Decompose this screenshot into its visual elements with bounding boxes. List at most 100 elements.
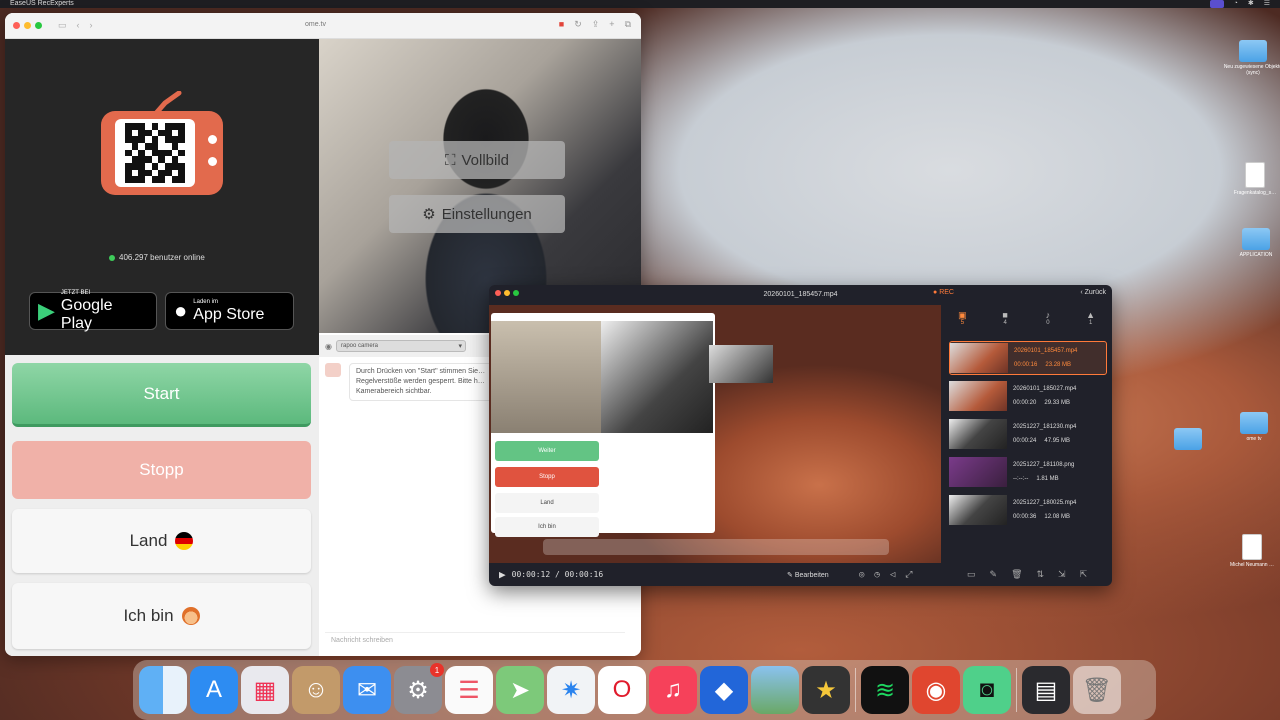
- zoom-window-button[interactable]: [35, 22, 42, 29]
- sidebar-toggle-icon[interactable]: ▭: [58, 20, 67, 31]
- settings-button[interactable]: ⚙ Einstellungen: [389, 195, 565, 233]
- recording-item[interactable]: 20251227_180025.mp4 00:00:36 12.08 MB: [949, 493, 1107, 527]
- online-users: 406.297 benutzer online: [109, 253, 205, 262]
- roblox-icon[interactable]: ◆: [700, 666, 748, 714]
- wifi-icon[interactable]: ◔: [1234, 0, 1238, 8]
- camera-select[interactable]: rapoo camera: [335, 340, 466, 352]
- address-bar[interactable]: ome.tv: [305, 21, 326, 28]
- tab-video[interactable]: ■ 4: [984, 303, 1027, 333]
- share-icon[interactable]: ⇪: [592, 19, 600, 30]
- tab-overview-icon[interactable]: ⧉: [625, 19, 631, 30]
- control-center-icon[interactable]: ☰: [1264, 0, 1270, 8]
- close-window-button[interactable]: [13, 22, 20, 29]
- desktop-doc-fragenkatalog[interactable]: Fragenkatalog_s…: [1225, 162, 1280, 196]
- opera-icon[interactable]: O: [598, 666, 646, 714]
- online-count: 406.297 benutzer online: [119, 253, 205, 262]
- edit-button[interactable]: ✎ Bearbeiten: [787, 571, 829, 579]
- system-settings-icon[interactable]: ⚙ 1: [394, 663, 444, 714]
- tab-image[interactable]: ▲ 1: [1069, 303, 1112, 333]
- safari-icon[interactable]: ✷: [547, 666, 595, 714]
- chat-input[interactable]: Nachricht schreiben: [325, 632, 625, 648]
- tv-knob: [208, 157, 217, 166]
- preview-icon[interactable]: [751, 666, 799, 714]
- stop-label: Stopp: [139, 460, 184, 479]
- german-flag-icon: [175, 532, 194, 550]
- import-icon[interactable]: ⇲: [1058, 569, 1066, 580]
- bluetooth-icon[interactable]: ✱: [1248, 0, 1254, 8]
- recording-name: 20260101_185457.mp4: [1014, 348, 1078, 354]
- forward-icon[interactable]: ›: [90, 20, 93, 31]
- recorder-window: 20260101_185457.mp4 ● REC ‹ Zurück Weite…: [489, 285, 1112, 586]
- whatsapp-icon[interactable]: ◙: [963, 666, 1011, 714]
- tab-all[interactable]: ▣ 5: [941, 303, 984, 333]
- camera-in-use-icon[interactable]: ■: [559, 19, 564, 30]
- desktop-folder-application[interactable]: APPLICATION: [1226, 228, 1280, 258]
- imovie-icon[interactable]: ★: [802, 666, 850, 714]
- launchpad-icon[interactable]: ▦: [241, 666, 289, 714]
- recording-item[interactable]: 20260101_185027.mp4 00:00:20 29.33 MB: [949, 379, 1107, 413]
- delete-icon[interactable]: 🗑: [1011, 569, 1022, 580]
- gender-label: Ich bin: [123, 606, 174, 625]
- start-button[interactable]: Start: [12, 363, 311, 427]
- mail-icon[interactable]: ✉: [343, 666, 391, 714]
- dock-separator: [855, 668, 856, 712]
- reminders-icon[interactable]: ☰: [445, 666, 493, 714]
- rec-label: REC: [939, 289, 954, 296]
- new-tab-icon[interactable]: +: [609, 19, 614, 30]
- desktop-folder-unnamed[interactable]: [1158, 428, 1218, 452]
- trash-icon[interactable]: 🗑: [1073, 666, 1121, 714]
- speed-icon[interactable]: ◷: [874, 570, 879, 580]
- recexperts-icon[interactable]: ◉: [912, 666, 960, 714]
- minimize-window-button[interactable]: [24, 22, 31, 29]
- recording-size: 29.33 MB: [1044, 400, 1071, 406]
- back-icon[interactable]: ‹: [77, 20, 80, 31]
- contacts-icon[interactable]: ☺: [292, 666, 340, 714]
- finder-icon[interactable]: [139, 666, 187, 714]
- menu-app-name[interactable]: EaseUS RecExperts: [10, 0, 74, 8]
- status-icons: ◔ ✱ ☰: [1209, 0, 1270, 8]
- video-preview[interactable]: Weiter Stopp Land Ich bin: [489, 305, 941, 563]
- google-play-button[interactable]: ▶ JETZT BEI Google Play: [29, 290, 157, 332]
- rec-indicator[interactable]: ● REC: [933, 289, 954, 296]
- app-store-button[interactable]: ● Laden im App Store: [165, 292, 294, 330]
- folder-icon: [1240, 412, 1268, 434]
- tab-count: 0: [1046, 320, 1050, 326]
- tab-count: 5: [960, 320, 965, 326]
- recording-item[interactable]: 20251227_181108.png --:--:-- 1.81 MB: [949, 455, 1107, 489]
- recording-item[interactable]: 20251227_181230.mp4 00:00:24 47.95 MB: [949, 417, 1107, 451]
- open-folder-icon[interactable]: ▭: [967, 569, 976, 580]
- desktop-folder-ometv[interactable]: ome tv: [1224, 412, 1280, 442]
- recorder-title: 20260101_185457.mp4: [763, 290, 838, 298]
- spotify-icon[interactable]: ≋: [861, 666, 909, 714]
- sort-icon[interactable]: ⇅: [1037, 569, 1045, 580]
- recording-item[interactable]: 20260101_185457.mp4 00:00:16 23.28 MB: [949, 341, 1107, 375]
- qr-code-icon: [125, 123, 185, 183]
- gender-button[interactable]: Ich bin: [12, 583, 311, 649]
- snapshot-icon[interactable]: ◎: [859, 570, 864, 580]
- preview-pip-video: [709, 345, 773, 383]
- music-icon[interactable]: ♫: [649, 666, 697, 714]
- screenshot-icon[interactable]: ▤: [1022, 666, 1070, 714]
- desktop-icon-label: ome tv: [1246, 436, 1262, 442]
- volume-icon[interactable]: ◁: [890, 570, 895, 580]
- desktop-doc-michel[interactable]: Michel Neumann …: [1222, 534, 1280, 568]
- country-button[interactable]: Land: [12, 509, 311, 573]
- stop-button[interactable]: Stopp: [12, 441, 311, 499]
- audio-icon: ♪: [1045, 310, 1051, 320]
- back-button[interactable]: ‹ Zurück: [1080, 289, 1106, 296]
- maps-icon[interactable]: ➤: [496, 666, 544, 714]
- fullscreen-button[interactable]: ⛶ Vollbild: [389, 141, 565, 179]
- settings-label: Einstellungen: [441, 205, 532, 223]
- ometv-badge-icon: [325, 363, 341, 377]
- export-icon[interactable]: ⇱: [1080, 569, 1088, 580]
- app-store-icon[interactable]: A: [190, 666, 238, 714]
- folder-icon: [1239, 40, 1267, 62]
- recorder-status-icon[interactable]: [1209, 0, 1224, 8]
- reload-icon[interactable]: ↻: [574, 19, 582, 30]
- play-icon[interactable]: ▶: [499, 568, 506, 581]
- recording-thumbnail: [949, 419, 1007, 449]
- rename-icon[interactable]: ✎: [990, 569, 998, 580]
- expand-icon[interactable]: ⤢: [905, 570, 912, 580]
- desktop-folder-neu[interactable]: Neu zugewiesene Objekte (sync): [1223, 40, 1280, 76]
- tab-audio[interactable]: ♪ 0: [1027, 303, 1070, 333]
